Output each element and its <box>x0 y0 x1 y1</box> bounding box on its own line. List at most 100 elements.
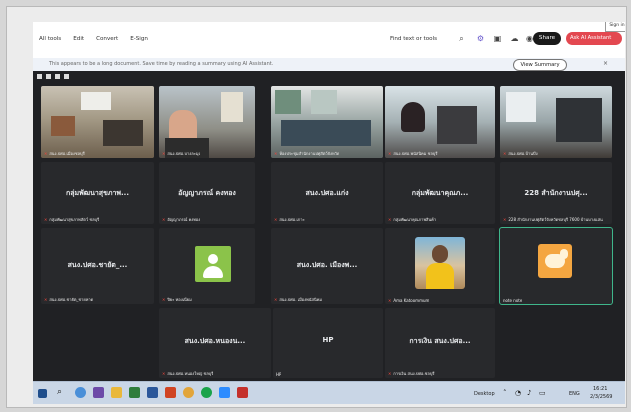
video-tile[interactable]: ✕ สนง.ปศอ.พนัสนิคม ชลบุรี <box>385 86 495 158</box>
participant-tile[interactable]: ✕ Ama Katoommum <box>385 228 495 304</box>
participant-tile[interactable]: สนง.ปศอ. เมืองพ... ✕ สนง.ปศอ. เมืองพนัสนิ… <box>271 228 383 304</box>
mic-off-icon: ✕ <box>388 371 392 376</box>
participant-name: สนง.ปศอ.พนัสนิคม ชลบุรี <box>393 151 438 156</box>
mic-off-icon: ✕ <box>44 151 48 156</box>
layout-icon[interactable] <box>46 74 51 79</box>
participant-tile[interactable]: กลุ่มพัฒนาคุณภ... ✕ กลุ่มพัฒนาคุณภาพสินค้… <box>385 162 495 224</box>
participant-display-name: สนง.ปศอ.ชายัต_... <box>67 261 128 269</box>
zoom-icon[interactable] <box>219 387 230 398</box>
clock-date[interactable]: 2/3/2569 <box>590 394 612 400</box>
line-icon[interactable] <box>201 387 212 398</box>
layout-icon[interactable] <box>64 74 69 79</box>
mic-off-icon: ✕ <box>162 371 166 376</box>
battery-icon[interactable]: ▭ <box>539 389 546 397</box>
participant-display-name: กลุ่มพัฒนาสุขภาพ... <box>66 189 129 197</box>
search-icon[interactable]: ⌕ <box>57 387 68 398</box>
participant-tile[interactable]: สนง.ปศอ.ชายัต_... ✕ สนง.ปศอ.ชายัต_ชายหาด <box>41 228 154 304</box>
participant-tile[interactable]: กลุ่มพัฒนาสุขภาพ... ✕ กลุ่มพัฒนาสุขภาพสัต… <box>41 162 154 224</box>
participant-tile-speaking[interactable]: note note <box>499 227 613 305</box>
mic-off-icon: ✕ <box>503 151 507 156</box>
participant-tile[interactable]: 228 สำนักงานปศุ... ✕ 228 สำนักงานปศุสัตว์… <box>500 162 612 224</box>
participant-name: อัญญาภรณ์ คงทอง <box>167 217 201 222</box>
notice-text: This appears to be a long document. Save… <box>49 61 274 67</box>
volume-icon[interactable]: ♪ <box>527 389 531 397</box>
view-summary-button[interactable]: View Summary <box>513 59 567 71</box>
acrobat-menu: All tools Edit Convert E-Sign <box>39 36 148 42</box>
participant-display-name: สนง.ปศอ. เมืองพ... <box>296 261 358 269</box>
menu-convert[interactable]: Convert <box>96 36 118 42</box>
participant-tile[interactable]: HP HP <box>273 308 383 378</box>
powerpoint-icon[interactable] <box>165 387 176 398</box>
video-tile[interactable]: ✕ สนง.ปศอ.เมืองชลบุรี <box>41 86 154 158</box>
task-view-icon[interactable] <box>93 387 104 398</box>
participant-name: สนง.ปศอ.ชายัต_ชายหาด <box>49 297 94 302</box>
panel-icon[interactable]: ▣ <box>493 34 502 43</box>
chrome-icon[interactable] <box>183 387 194 398</box>
mic-off-icon: ✕ <box>44 297 48 302</box>
participant-name: Ama Katoommum <box>393 298 430 303</box>
participant-name: สนง.ปศอ.บางละมุง <box>167 151 201 156</box>
participant-name: ห้องประชุมสำนักงานปศุสัตว์จังหวัด <box>279 151 340 156</box>
ask-ai-assistant-button[interactable]: Ask AI Assistant <box>566 32 622 45</box>
participant-name: สนง.ปศอ.หนองใหญ่ ชลบุรี <box>167 371 214 376</box>
menu-all-tools[interactable]: All tools <box>39 36 61 42</box>
monitor-screen: All tools Edit Convert E-Sign Find text … <box>33 22 625 404</box>
sign-in-tab[interactable]: Sign in <box>605 22 625 32</box>
mic-off-icon: ✕ <box>274 297 278 302</box>
acrobat-toolbar: All tools Edit Convert E-Sign Find text … <box>33 22 625 59</box>
participant-name: สนง.ปศอ.เมืองชลบุรี <box>49 151 85 156</box>
menu-esign[interactable]: E-Sign <box>130 36 148 42</box>
ai-notice-bar: This appears to be a long document. Save… <box>33 58 625 72</box>
mic-off-icon: ✕ <box>388 151 392 156</box>
clock-time[interactable]: 16:21 <box>593 386 607 392</box>
meeting-grid: ✕ สนง.ปศอ.เมืองชลบุรี ✕ สนง.ปศอ.บางละมุง ✕… <box>33 71 625 381</box>
layout-icon[interactable] <box>55 74 60 79</box>
layout-icon[interactable] <box>37 74 42 79</box>
tools-icon[interactable]: ⚙ <box>476 34 485 43</box>
participant-name: 228 สำนักงานปศุสัตว์จังหวัดชลบุรี 7600 บ… <box>508 217 603 222</box>
search-icon[interactable]: ⌕ <box>457 34 466 43</box>
mic-off-icon: ✕ <box>162 151 166 156</box>
participant-display-name: สนง.ปศอ.แก่ง <box>305 189 349 197</box>
participant-tile[interactable]: ✕ ปิยะ ทองเนียม <box>159 228 255 304</box>
language-indicator[interactable]: ENG <box>569 391 580 397</box>
mic-off-icon: ✕ <box>274 151 278 156</box>
participant-display-name: กลุ่มพัฒนาคุณภ... <box>411 189 469 197</box>
find-tools-field[interactable]: Find text or tools <box>390 36 437 42</box>
mic-off-icon: ✕ <box>274 217 278 222</box>
mic-off-icon: ✕ <box>162 297 166 302</box>
participant-name: กลุ่มพัฒนาคุณภาพสินค้า <box>393 217 437 222</box>
word-icon[interactable] <box>147 387 158 398</box>
mic-off-icon: ✕ <box>162 217 166 222</box>
desktop-label[interactable]: Desktop <box>474 391 495 397</box>
participant-tile[interactable]: การเงิน สนง.ปศอ... ✕ การเงิน สนง.ปศอ.ชลบุ… <box>385 308 495 378</box>
participant-name: สนง.ปศอ. เมืองพนัสนิคม <box>279 297 323 302</box>
close-icon[interactable]: × <box>603 60 608 67</box>
participant-name: สนง.ปศอ.บ้านบึง <box>508 151 538 156</box>
participant-name: ปิยะ ทองเนียม <box>167 297 192 302</box>
chevron-up-icon[interactable]: ˄ <box>503 389 507 397</box>
copilot-icon[interactable] <box>75 387 86 398</box>
mic-off-icon: ✕ <box>388 298 392 303</box>
participant-name: note note <box>503 298 523 303</box>
participant-display-name: การเงิน สนง.ปศอ... <box>409 337 471 345</box>
cloud-icon[interactable]: ☁ <box>510 34 519 43</box>
excel-icon[interactable] <box>129 387 140 398</box>
acrobat-icon[interactable] <box>237 387 248 398</box>
video-tile[interactable]: ✕ สนง.ปศอ.บ้านบึง <box>500 86 612 158</box>
participant-tile[interactable]: สนง.ปศอ.แก่ง ✕ สนง.ปศอ.เกาะ <box>271 162 383 224</box>
participant-display-name: สนง.ปศอ.หนองน... <box>184 337 246 345</box>
menu-edit[interactable]: Edit <box>73 36 84 42</box>
network-icon[interactable]: ◔ <box>515 389 521 397</box>
avatar <box>415 237 465 289</box>
file-explorer-icon[interactable] <box>111 387 122 398</box>
mic-off-icon: ✕ <box>388 217 392 222</box>
windows-start-icon[interactable] <box>38 389 47 398</box>
video-tile[interactable]: ✕ ห้องประชุมสำนักงานปศุสัตว์จังหวัด <box>271 86 383 158</box>
share-button[interactable]: Share <box>533 32 561 45</box>
participant-name: การเงิน สนง.ปศอ.ชลบุรี <box>393 371 435 376</box>
mic-off-icon: ✕ <box>44 217 48 222</box>
participant-tile[interactable]: สนง.ปศอ.หนองน... ✕ สนง.ปศอ.หนองใหญ่ ชลบุร… <box>159 308 271 378</box>
video-tile[interactable]: ✕ สนง.ปศอ.บางละมุง <box>159 86 255 158</box>
participant-tile[interactable]: อัญญาภรณ์ คงทอง ✕ อัญญาภรณ์ คงทอง <box>159 162 255 224</box>
